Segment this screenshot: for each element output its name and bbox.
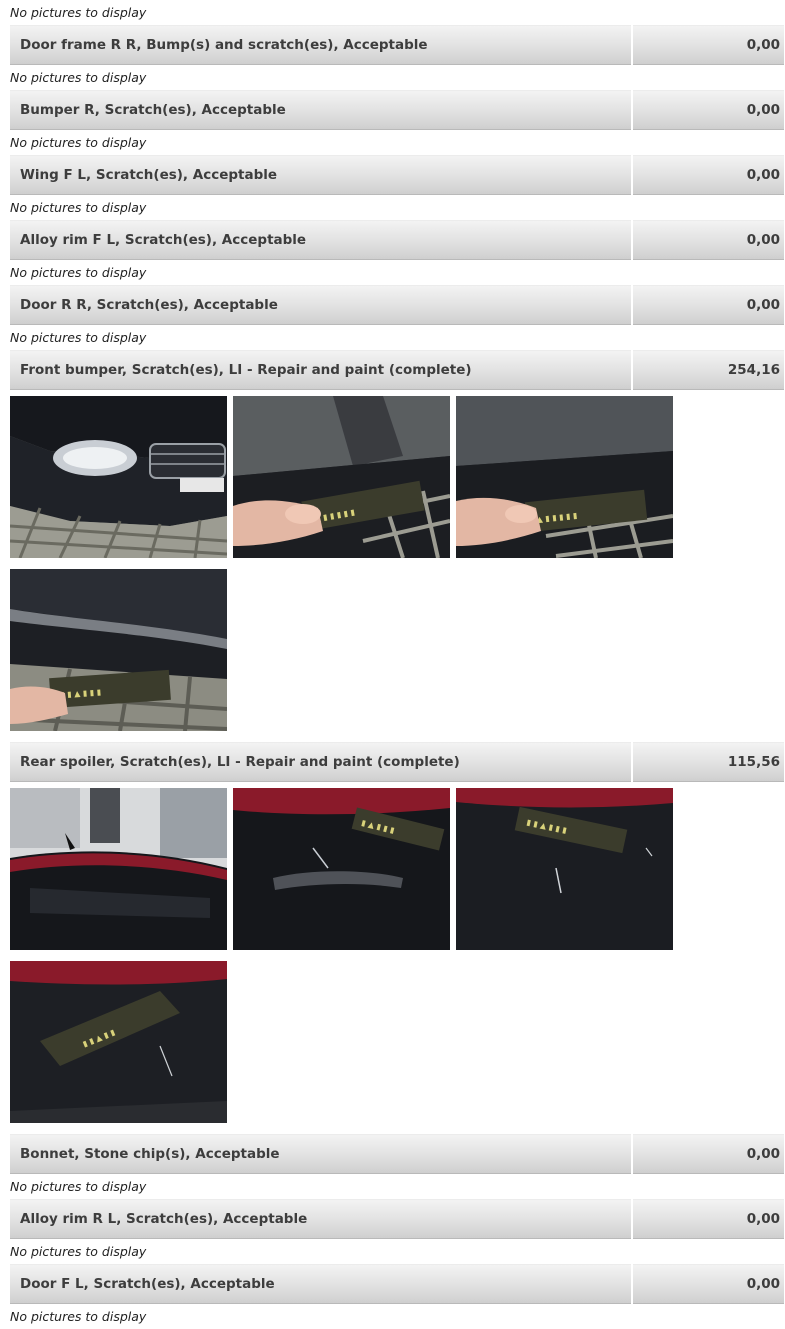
damage-row[interactable]: Rear spoiler, Scratch(es), LI - Repair a… <box>10 742 784 782</box>
no-pictures-note: No pictures to display <box>10 330 147 345</box>
damage-description: Alloy rim R L, Scratch(es), Acceptable <box>10 1199 631 1239</box>
damage-amount: 254,16 <box>633 350 784 390</box>
photo-gallery: ▮ ▲ ▮ ▮ ▮ ▮ ▮ ▲ ▮ ▮ ▮ ▮ ▮ ▲ ▮ ▮ <box>10 782 710 1134</box>
damage-description: Alloy rim F L, Scratch(es), Acceptable <box>10 220 631 260</box>
damage-description: Front bumper, Scratch(es), LI - Repair a… <box>10 350 631 390</box>
damage-amount: 0,00 <box>633 1199 784 1239</box>
damage-description: Wing F L, Scratch(es), Acceptable <box>10 155 631 195</box>
damage-row[interactable]: Bonnet, Stone chip(s), Acceptable 0,00 <box>10 1134 784 1174</box>
damage-description: Door R R, Scratch(es), Acceptable <box>10 285 631 325</box>
damage-description: Door F L, Scratch(es), Acceptable <box>10 1264 631 1304</box>
photo-gallery: ▲ ▮ ▮ ▮ ▮ ▮ ▲ ▮ ▮ ▮ ▮ ▮ ▮ ▮ ▲ ▮ ▮ ▮ <box>10 390 710 742</box>
rear-spoiler-image <box>10 788 227 950</box>
damage-row[interactable]: Door F L, Scratch(es), Acceptable 0,00 <box>10 1264 784 1304</box>
damage-row[interactable]: Alloy rim F L, Scratch(es), Acceptable 0… <box>10 220 784 260</box>
front-bumper-photo-1[interactable] <box>10 396 227 558</box>
front-bumper-photo-2[interactable]: ▲ ▮ ▮ ▮ ▮ ▮ <box>233 396 450 558</box>
no-pictures-note: No pictures to display <box>10 135 147 150</box>
front-bumper-photo-4[interactable]: ▮ ▮ ▲ ▮ ▮ ▮ <box>10 569 227 731</box>
scratch-gauge-image: ▲ ▮ ▮ ▮ ▮ ▮ <box>233 396 450 558</box>
no-pictures-note: No pictures to display <box>10 5 147 20</box>
scratch-gauge-image: ▮ ▮ ▲ ▮ ▮ ▮ <box>10 569 227 731</box>
damage-description: Door frame R R, Bump(s) and scratch(es),… <box>10 25 631 65</box>
rear-spoiler-image: ▮ ▲ ▮ ▮ ▮ <box>233 788 450 950</box>
damage-row[interactable]: Door frame R R, Bump(s) and scratch(es),… <box>10 25 784 65</box>
damage-row[interactable]: Bumper R, Scratch(es), Acceptable 0,00 <box>10 90 784 130</box>
rear-spoiler-photo-3[interactable]: ▮ ▮ ▲ ▮ ▮ ▮ <box>456 788 673 950</box>
damage-amount: 0,00 <box>633 1134 784 1174</box>
front-bumper-photo-3[interactable]: ▲ ▮ ▮ ▮ ▮ ▮ <box>456 396 673 558</box>
damage-description: Bumper R, Scratch(es), Acceptable <box>10 90 631 130</box>
damage-row[interactable]: Door R R, Scratch(es), Acceptable 0,00 <box>10 285 784 325</box>
damage-amount: 0,00 <box>633 90 784 130</box>
damage-amount: 115,56 <box>633 742 784 782</box>
damage-row[interactable]: Wing F L, Scratch(es), Acceptable 0,00 <box>10 155 784 195</box>
damage-amount: 0,00 <box>633 25 784 65</box>
car-front-image <box>10 396 227 558</box>
damage-description: Rear spoiler, Scratch(es), LI - Repair a… <box>10 742 631 782</box>
rear-spoiler-photo-4[interactable]: ▮ ▮ ▲ ▮ ▮ <box>10 961 227 1123</box>
no-pictures-note: No pictures to display <box>10 1309 147 1324</box>
rear-spoiler-image: ▮ ▮ ▲ ▮ ▮ <box>10 961 227 1123</box>
no-pictures-note: No pictures to display <box>10 200 147 215</box>
rear-spoiler-photo-1[interactable] <box>10 788 227 950</box>
damage-amount: 0,00 <box>633 285 784 325</box>
no-pictures-note: No pictures to display <box>10 1179 147 1194</box>
no-pictures-note: No pictures to display <box>10 70 147 85</box>
damage-row[interactable]: Alloy rim R L, Scratch(es), Acceptable 0… <box>10 1199 784 1239</box>
rear-spoiler-image: ▮ ▮ ▲ ▮ ▮ ▮ <box>456 788 673 950</box>
no-pictures-note: No pictures to display <box>10 265 147 280</box>
no-pictures-note: No pictures to display <box>10 1244 147 1259</box>
damage-amount: 0,00 <box>633 155 784 195</box>
scratch-gauge-image: ▲ ▮ ▮ ▮ ▮ ▮ <box>456 396 673 558</box>
damage-amount: 0,00 <box>633 220 784 260</box>
damage-amount: 0,00 <box>633 1264 784 1304</box>
damage-row[interactable]: Front bumper, Scratch(es), LI - Repair a… <box>10 350 784 390</box>
damage-description: Bonnet, Stone chip(s), Acceptable <box>10 1134 631 1174</box>
damage-report-list: No pictures to display Door frame R R, B… <box>10 0 784 1329</box>
rear-spoiler-photo-2[interactable]: ▮ ▲ ▮ ▮ ▮ <box>233 788 450 950</box>
